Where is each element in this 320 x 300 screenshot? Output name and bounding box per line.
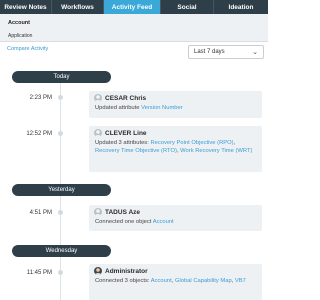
object-link[interactable]: Global Capability Map (175, 278, 232, 284)
activity-time: 4:51 PM (29, 210, 52, 216)
user-avatar-icon (94, 129, 102, 137)
activity-time: 12:52 PM (26, 131, 52, 137)
date-range-value: Last 7 days (194, 49, 225, 55)
attribute-link[interactable]: Recovery Point Objective (RPO) (150, 140, 233, 146)
activity-description: Updated attribute Version Number (94, 104, 257, 112)
activity-card: TADUS Aze Connected one object Account (89, 205, 262, 231)
activity-user[interactable]: CLEVER Line (105, 130, 147, 137)
tab-bar: Review Notes Workflows Activity Feed Soc… (0, 0, 268, 14)
activity-user[interactable]: CESAR Chris (105, 95, 146, 102)
user-avatar-icon (94, 208, 102, 216)
object-link[interactable]: Version Number (141, 105, 183, 111)
activity-user[interactable]: Administrator (105, 268, 148, 275)
attribute-link[interactable]: Work Recovery Time (WRT) (180, 148, 252, 154)
activity-text: Connected 3 objects: (95, 278, 150, 284)
activity-card: CESAR Chris Updated attribute Version Nu… (89, 91, 262, 118)
application-filter-label[interactable]: Application (8, 33, 32, 39)
activity-text: Updated 3 attributes: (95, 140, 149, 146)
tab-ideation[interactable]: Ideation (214, 0, 268, 14)
tab-social[interactable]: Social (161, 0, 214, 14)
activity-card: Administrator Connected 3 objects: Accou… (89, 264, 262, 300)
timeline-dot (58, 131, 63, 136)
activity-description: Updated 3 attributes: Recovery Point Obj… (95, 140, 253, 154)
day-header-wednesday: Wednesday (12, 245, 111, 257)
day-header-yesterday: Yesterday (12, 184, 111, 196)
tab-workflows[interactable]: Workflows (52, 0, 104, 14)
timeline-dot (58, 210, 63, 215)
attribute-link[interactable]: Recovery Time Objective (RTO) (95, 148, 177, 154)
compare-activity-link[interactable]: Compare Activity (7, 46, 48, 52)
activity-text: Updated attribute (95, 105, 140, 111)
activity-card: CLEVER Line Updated 3 attributes: Recove… (89, 126, 262, 172)
timeline-dot (58, 270, 63, 275)
tab-activity-feed[interactable]: Activity Feed (104, 0, 161, 14)
object-link[interactable]: VB7 (235, 278, 246, 284)
object-link[interactable]: Account (153, 219, 174, 225)
activity-time: 2:23 PM (29, 95, 52, 101)
tab-review-notes[interactable]: Review Notes (0, 0, 52, 14)
activity-description: Connected one object Account (94, 218, 257, 226)
timeline-dot (58, 95, 63, 100)
object-link[interactable]: Account (151, 278, 172, 284)
account-filter-label[interactable]: Account (8, 20, 30, 26)
activity-text: Connected one object (95, 219, 152, 225)
activity-user[interactable]: TADUS Aze (105, 209, 140, 216)
admin-avatar-icon (94, 267, 102, 275)
filter-panel: Account Application (0, 14, 268, 42)
activity-description: Connected 3 objects: Account, Global Cap… (95, 278, 246, 284)
activity-time: 11:45 PM (26, 270, 52, 276)
chevron-down-icon: ⌄ (252, 49, 258, 56)
date-range-select[interactable]: Last 7 days ⌄ (188, 45, 264, 59)
user-avatar-icon (94, 94, 102, 102)
day-header-today: Today (12, 71, 111, 83)
